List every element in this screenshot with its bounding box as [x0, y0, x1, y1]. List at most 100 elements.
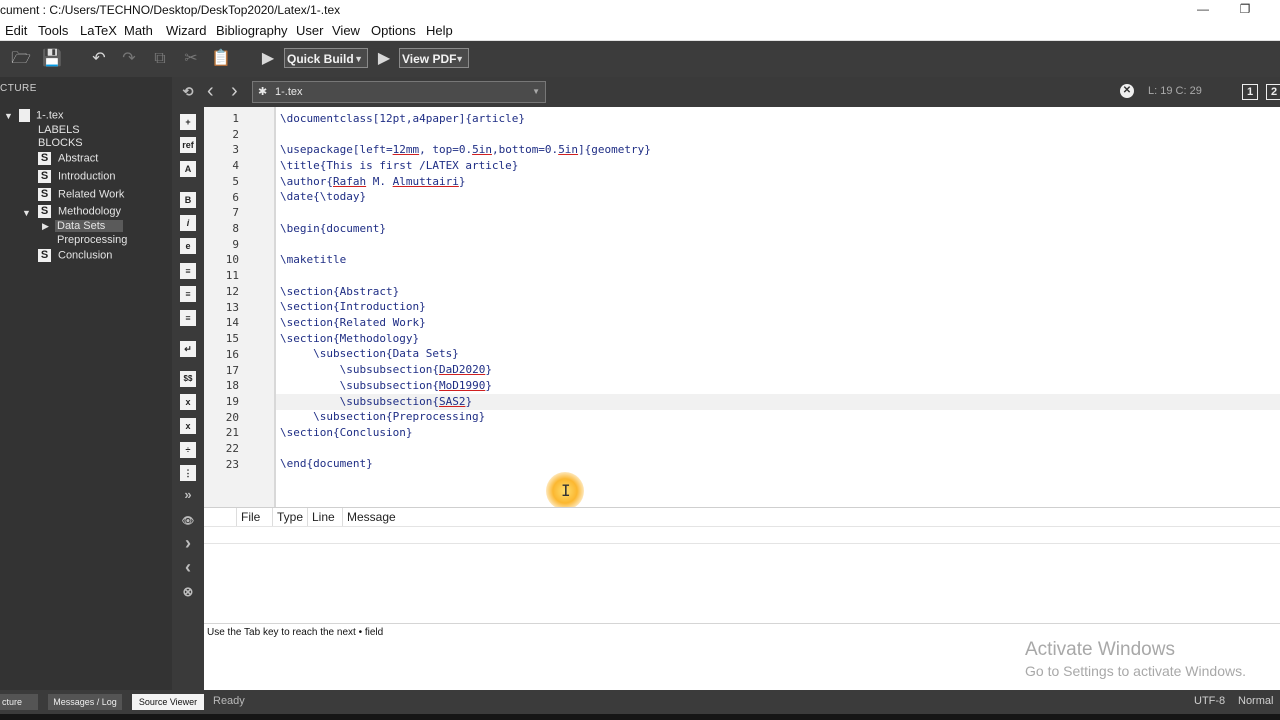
code-token: 5in	[558, 143, 579, 156]
column-header-message[interactable]: Message	[343, 508, 1280, 526]
fraction-icon[interactable]: ÷	[180, 442, 196, 458]
document-selector[interactable]: ✱ 1-.tex ▼	[252, 81, 546, 103]
build-run-icon[interactable]: ▶	[258, 49, 278, 69]
tree-label: Abstract	[58, 152, 99, 165]
source-viewer-button[interactable]: Source Viewer	[132, 694, 204, 710]
code-line[interactable]: \date{\today}	[280, 190, 366, 203]
view-combo[interactable]: View PDF ▼	[399, 48, 469, 68]
log-text: Use the Tab key to reach the next • fiel…	[207, 627, 384, 638]
line-number: 18	[225, 379, 239, 393]
menu-edit[interactable]: Edit	[5, 23, 27, 38]
eye-icon[interactable]: 👁	[180, 514, 196, 530]
code-line[interactable]: \section{Methodology}	[280, 332, 419, 345]
emphasis-icon[interactable]: e	[180, 238, 196, 254]
code-line[interactable]: \begin{document}	[280, 222, 386, 235]
tree-section-related-work[interactable]: S Related Work	[38, 188, 124, 201]
structure-tab-button[interactable]: cture	[0, 694, 38, 710]
insert-ref-icon[interactable]: ref	[180, 137, 196, 153]
cut-icon[interactable]: ✂	[181, 49, 201, 69]
menu-user[interactable]: User	[296, 23, 323, 38]
menu-options[interactable]: Options	[371, 23, 416, 38]
previous-icon[interactable]: ‹	[180, 558, 196, 576]
save-icon[interactable]: 💾	[42, 49, 62, 69]
paste-icon[interactable]: 📋	[211, 49, 231, 69]
menu-tools[interactable]: Tools	[38, 23, 68, 38]
code-line[interactable]: \section{Conclusion}	[280, 426, 412, 439]
code-line[interactable]: \subsubsection{MoD1990}	[280, 379, 492, 392]
column-header-line[interactable]: Line	[308, 508, 343, 526]
tree-subsection-data-sets[interactable]: Data Sets	[55, 220, 124, 232]
italic-icon[interactable]: i	[180, 215, 196, 231]
line-number: 6	[232, 190, 239, 204]
code-line[interactable]: \section{Related Work}	[280, 316, 426, 329]
close-document-icon[interactable]: ✕	[1120, 84, 1134, 98]
code-line[interactable]: \subsubsection{SAS2}	[280, 395, 472, 408]
tree-root[interactable]: 1-.tex	[19, 109, 64, 122]
tree-section-introduction[interactable]: S Introduction	[38, 170, 115, 183]
tree-subsection-preprocessing[interactable]: Preprocessing	[57, 234, 127, 246]
code-editor[interactable]: \documentclass[12pt,a4paper]{article} \u…	[276, 107, 1280, 507]
line-number: 5	[232, 174, 239, 188]
view-run-icon[interactable]: ▶	[374, 49, 394, 69]
collapse-arrow-icon[interactable]: ▶	[42, 221, 49, 232]
split-view-icon[interactable]: 2	[1266, 84, 1280, 100]
build-combo[interactable]: Quick Build ▼	[284, 48, 368, 68]
menu-latex[interactable]: LaTeX	[80, 23, 117, 38]
code-line[interactable]: \subsection{Data Sets}	[280, 347, 459, 360]
next-icon[interactable]: ›	[180, 534, 196, 552]
back-arrow-icon[interactable]: ‹	[207, 80, 214, 103]
column-header-type[interactable]: Type	[273, 508, 308, 526]
code-line[interactable]: \section{Abstract}	[280, 285, 399, 298]
single-view-icon[interactable]: 1	[1242, 84, 1258, 100]
code-line[interactable]: \title{This is first /LATEX article}	[280, 159, 518, 172]
tree-section-conclusion[interactable]: S Conclusion	[38, 249, 112, 262]
tree-section-methodology[interactable]: S Methodology	[38, 205, 121, 218]
open-folder-icon[interactable]: 🗁	[11, 49, 31, 69]
mode-indicator[interactable]: Normal	[1238, 695, 1273, 707]
table-row[interactable]	[204, 526, 1280, 544]
code-line[interactable]: \section{Introduction}	[280, 300, 426, 313]
encoding-indicator[interactable]: UTF-8	[1194, 695, 1225, 707]
tree-section-abstract[interactable]: S Abstract	[38, 152, 98, 165]
menu-help[interactable]: Help	[426, 23, 453, 38]
align-right-icon[interactable]: ≡	[180, 310, 196, 326]
messages-log-button[interactable]: Messages / Log	[48, 694, 122, 710]
expand-arrow-icon[interactable]: ▼	[22, 208, 31, 218]
code-line[interactable]: \author{Rafah M. Almuttairi}	[280, 175, 465, 188]
more-tools-icon[interactable]: »	[180, 487, 196, 503]
column-header-file[interactable]: File	[237, 508, 273, 526]
sync-icon[interactable]: ⟲	[180, 84, 196, 100]
tree-label: Related Work	[58, 188, 125, 201]
code-line[interactable]: \end{document}	[280, 457, 373, 470]
tree-labels[interactable]: LABELS	[38, 124, 80, 136]
stop-icon[interactable]: ⊗	[180, 584, 196, 600]
code-line[interactable]: \subsubsection{DaD2020}	[280, 363, 492, 376]
subscript-icon[interactable]: x	[180, 394, 196, 410]
forward-arrow-icon[interactable]: ›	[231, 80, 238, 103]
code-line[interactable]: \maketitle	[280, 253, 346, 266]
bold-icon[interactable]: B	[180, 192, 196, 208]
newline-icon[interactable]: ↵	[180, 341, 196, 357]
insert-label-icon[interactable]: +	[180, 114, 196, 130]
redo-icon[interactable]: ↷	[119, 49, 139, 69]
menu-view[interactable]: View	[332, 23, 360, 38]
align-center-icon[interactable]: ≡	[180, 286, 196, 302]
code-line[interactable]: \documentclass[12pt,a4paper]{article}	[280, 112, 525, 125]
undo-icon[interactable]: ↶	[89, 49, 109, 69]
code-line[interactable]: \usepackage[left=12mm, top=0.5in,bottom=…	[280, 143, 651, 156]
code-line[interactable]: \subsection{Preprocessing}	[280, 410, 485, 423]
tree-blocks[interactable]: BLOCKS	[38, 137, 83, 149]
line-number: 15	[225, 332, 239, 346]
restore-button[interactable]: ❐	[1222, 0, 1268, 20]
superscript-icon[interactable]: x	[180, 418, 196, 434]
font-icon[interactable]: A	[180, 161, 196, 177]
menu-wizard[interactable]: Wizard	[166, 23, 206, 38]
menu-bibliography[interactable]: Bibliography	[216, 23, 288, 38]
math-mode-icon[interactable]: $$	[180, 371, 196, 387]
expand-arrow-icon[interactable]: ▼	[4, 111, 13, 121]
align-left-icon[interactable]: ≡	[180, 263, 196, 279]
minimize-button[interactable]: —	[1180, 0, 1226, 20]
menu-math[interactable]: Math	[124, 23, 153, 38]
copy-icon[interactable]: ⧉	[150, 49, 170, 69]
matrix-icon[interactable]: ⋮	[180, 465, 196, 481]
